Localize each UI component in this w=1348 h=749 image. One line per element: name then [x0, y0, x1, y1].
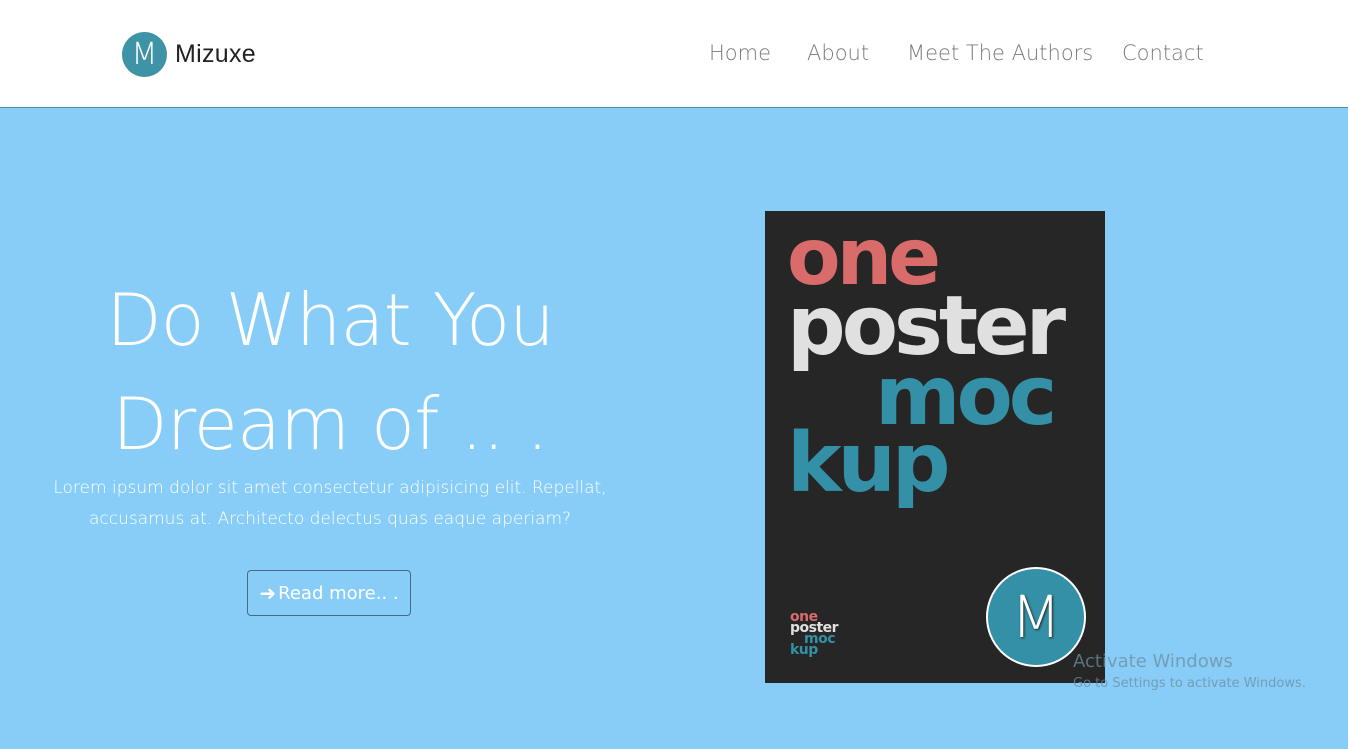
nav-contact-link[interactable]: Contact — [1122, 41, 1204, 65]
hero-title-line1: Do What You — [106, 278, 555, 362]
nav-links: Home About Meet The Authors Contact — [0, 41, 1348, 71]
nav-home-link[interactable]: Home — [709, 41, 771, 65]
watermark-subtitle: Go to Settings to activate Windows. — [1073, 676, 1306, 691]
poster-small-kup: kup — [790, 642, 818, 658]
hero-title-line2: Dream of .. . — [112, 382, 549, 466]
hero-description-line1: Lorem ipsum dolor sit amet consectetur a… — [53, 478, 607, 498]
activate-windows-watermark: Activate Windows Go to Settings to activ… — [1073, 651, 1306, 695]
read-more-label: Read more.. . — [278, 582, 399, 604]
poster-badge-logo: M — [986, 567, 1086, 667]
read-more-button[interactable]: ➜ Read more.. . — [247, 570, 411, 616]
hero-description-line2: accusamus at. Architecto delectus quas e… — [88, 509, 572, 529]
poster-mockup-image: one poster moc kup one poster moc kup M — [765, 211, 1105, 683]
hero-title: Do What You Dream of .. . — [40, 268, 620, 476]
arrow-right-icon: ➜ — [259, 581, 277, 605]
nav-about-link[interactable]: About — [807, 41, 869, 65]
hero-description: Lorem ipsum dolor sit amet consectetur a… — [40, 473, 620, 535]
poster-word-kup: kup — [787, 416, 951, 511]
navbar: M Mizuxe Home About Meet The Authors Con… — [0, 0, 1348, 108]
nav-authors-link[interactable]: Meet The Authors — [907, 41, 1093, 65]
watermark-title: Activate Windows — [1073, 651, 1233, 672]
